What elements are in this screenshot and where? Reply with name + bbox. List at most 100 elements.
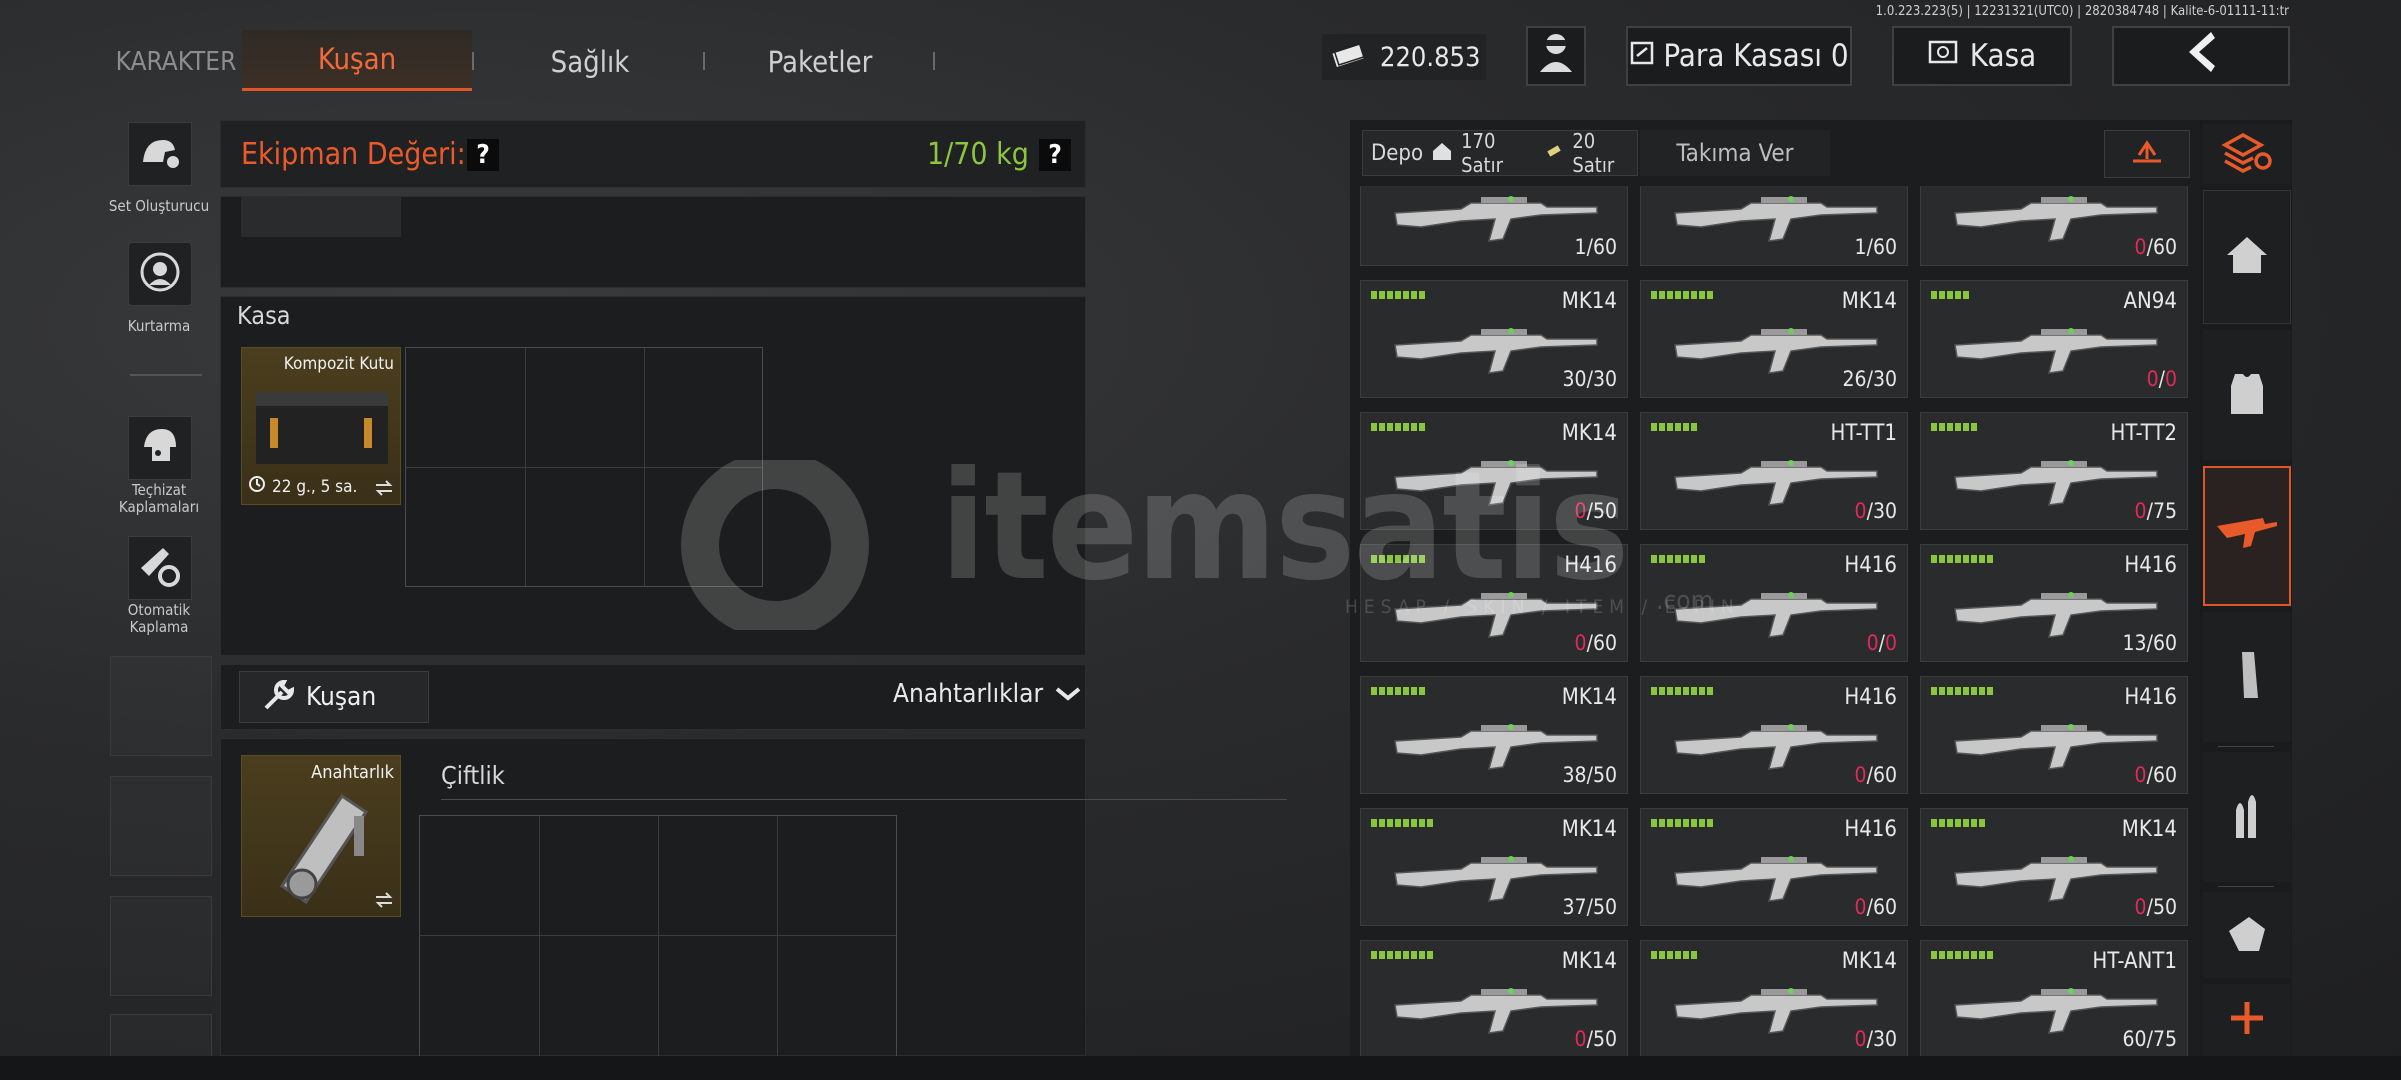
equip-button[interactable]: Kuşan (239, 671, 429, 723)
durability-bars (1651, 423, 1697, 431)
ammo-max: 50 (1592, 895, 1617, 919)
tab-karakter[interactable]: KARAKTER (112, 34, 240, 90)
composite-box-item[interactable]: Kompozit Kutu 22 g., 5 sa. (241, 347, 401, 505)
empty-slot[interactable] (110, 656, 212, 756)
gear-skins-label-1: Teçhizat (131, 481, 187, 499)
tab-divider (703, 52, 705, 70)
swap-icon[interactable] (374, 892, 394, 912)
inventory-item[interactable]: HT-TT2 0/75 (1920, 412, 2188, 530)
back-button[interactable] (2112, 26, 2290, 86)
clock-icon (248, 475, 266, 498)
inventory-item[interactable]: HT-ANT1 60/75 (1920, 940, 2188, 1056)
inventory-item[interactable]: MK14 0/50 (1920, 808, 2188, 926)
profile-button[interactable] (1526, 26, 1586, 86)
ammo-current: 60 (2122, 1027, 2147, 1051)
safe-button[interactable]: Kasa (1892, 26, 2072, 86)
keychain-icon (262, 776, 382, 910)
item-name: H416 (1844, 553, 1897, 578)
inventory-item[interactable]: AN94 0/0 (1920, 280, 2188, 398)
composite-box-icon (252, 378, 392, 472)
tab-kusan[interactable]: Kuşan (242, 30, 472, 91)
ammo-max: 0 (1884, 631, 1897, 655)
ammo-max: 75 (2152, 1027, 2177, 1051)
document-icon (1629, 38, 1655, 74)
category-ammo[interactable] (2203, 752, 2291, 882)
inventory-item[interactable]: MK14 0/50 (1360, 940, 1628, 1056)
durability-bars (1651, 687, 1713, 695)
sort-button[interactable] (2104, 130, 2190, 178)
durability-bars (1931, 951, 1993, 959)
tab-saglik[interactable]: Sağlık (500, 34, 680, 90)
inventory-item[interactable]: MK14 38/50 (1360, 676, 1628, 794)
sell-all-label[interactable]: 170 Satır (1461, 129, 1536, 177)
depot-tab[interactable]: Depo 170 Satır 20 Satır (1362, 129, 1638, 177)
inventory-item[interactable]: H4160/60 (1640, 808, 1908, 926)
ammo-max: 60 (2152, 763, 2177, 787)
item-name: H416 (2124, 685, 2177, 710)
build-info: 1.0.223.223(5) | 12231321(UTC0) | 282038… (1875, 4, 2289, 19)
category-weapons[interactable] (2203, 466, 2291, 606)
item-name: MK14 (1561, 949, 1617, 974)
sidebar-divider (130, 374, 202, 376)
ammo-count: 37/50 (1562, 895, 1617, 919)
empty-slot[interactable] (110, 776, 212, 876)
inventory-item[interactable]: H4161/60 (1640, 186, 1908, 266)
farm-grid (419, 815, 897, 1057)
item-name: H416 (1844, 817, 1897, 842)
auto-skin-button[interactable] (128, 536, 192, 600)
sell-ammo-label[interactable]: 20 Satır (1572, 129, 1637, 177)
ammo-current: 1 (1854, 235, 1867, 259)
ammo-current: 0 (1854, 499, 1867, 523)
item-name: MK14 (1561, 289, 1617, 314)
inventory-item[interactable]: MK14 30/30 (1360, 280, 1628, 398)
item-name: MK14 (1561, 685, 1617, 710)
bullets-icon (2230, 788, 2264, 846)
keychain-item[interactable]: Anahtarlık (241, 755, 401, 917)
inventory-item[interactable]: H4160/60 (1920, 676, 2188, 794)
currency-amount: 220.853 (1380, 41, 1481, 73)
durability-bars (1371, 687, 1425, 695)
weight-help-button[interactable]: ? (1039, 139, 1071, 171)
ammo-current: 0 (1574, 1027, 1587, 1051)
swap-icon[interactable] (374, 480, 394, 500)
watermark-brand: itemsatis (940, 440, 1629, 614)
ammo-count: 0/0 (2146, 367, 2177, 391)
add-button[interactable] (2203, 984, 2291, 1056)
money-safe-button[interactable]: Para Kasası 0 (1626, 26, 1852, 86)
inventory-item[interactable]: MK14 0/30 (1640, 940, 1908, 1056)
ammo-max: 60 (1872, 895, 1897, 919)
item-name: H416 (1844, 685, 1897, 710)
ammo-max: 30 (1872, 367, 1897, 391)
empty-slot[interactable] (110, 896, 212, 996)
equipment-help-button[interactable]: ? (467, 139, 499, 171)
inventory-item[interactable]: MK14 26/30 (1640, 280, 1908, 398)
recycle-layers-button[interactable] (2203, 124, 2291, 184)
inventory-item[interactable]: H4160/60 (1640, 676, 1908, 794)
inventory-item[interactable]: MK14 37/50 (1360, 808, 1628, 926)
category-attachments[interactable] (2203, 892, 2291, 978)
watermark-domain: .com (1656, 586, 1714, 616)
give-team-tab[interactable]: Takıma Ver (1640, 130, 1830, 176)
keychains-dropdown[interactable]: Anahtarlıklar (893, 679, 1081, 709)
set-builder-button[interactable] (128, 122, 192, 186)
category-armor[interactable] (2203, 330, 2291, 460)
ammo-count: 60/75 (2122, 1027, 2177, 1051)
ammo-count: 26/30 (1842, 367, 1897, 391)
bottom-bar (0, 1056, 2401, 1080)
helmet-gear-icon (139, 134, 181, 174)
ammo-count: 30/30 (1562, 367, 1617, 391)
ammo-count: 1/60 (1574, 235, 1617, 259)
durability-bars (1931, 555, 1993, 563)
inventory-item[interactable]: H4160/60 (1920, 186, 2188, 266)
rescue-icon (137, 249, 183, 299)
inventory-item[interactable]: M4A11/60 (1360, 186, 1628, 266)
ammo-current: 26 (1842, 367, 1867, 391)
category-magazines[interactable] (2203, 612, 2291, 742)
inventory-item[interactable]: H416 13/60 (1920, 544, 2188, 662)
category-home[interactable] (2203, 190, 2291, 324)
tab-paketler[interactable]: Paketler (730, 34, 910, 90)
gear-skins-button[interactable] (128, 416, 192, 480)
rescue-button[interactable] (128, 242, 192, 306)
ammo-current: 30 (1562, 367, 1587, 391)
equipment-slot[interactable] (241, 197, 401, 237)
